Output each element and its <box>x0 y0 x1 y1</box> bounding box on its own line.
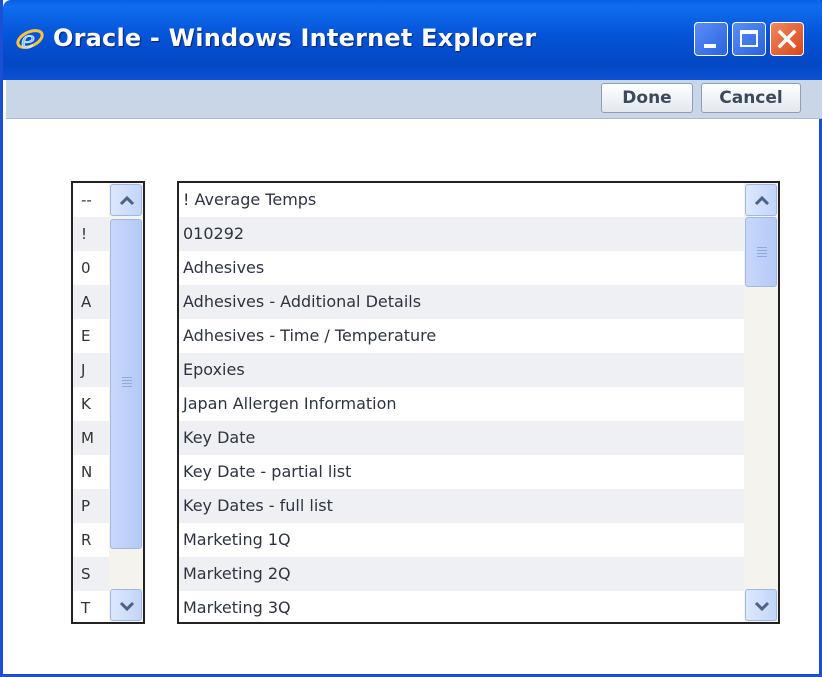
letter-index-item[interactable]: T <box>73 591 109 622</box>
maximize-button[interactable] <box>732 22 766 56</box>
list-item[interactable]: Marketing 2Q <box>179 557 745 591</box>
letter-index-item[interactable]: R <box>73 523 109 557</box>
list-item[interactable]: Japan Allergen Information <box>179 387 745 421</box>
letter-index-item[interactable]: A <box>73 285 109 319</box>
letter-scroll-thumb[interactable] <box>110 219 142 549</box>
close-icon <box>777 29 797 49</box>
letter-index-item[interactable]: -- <box>73 183 109 217</box>
chevron-down-icon <box>754 601 770 612</box>
list-item[interactable]: ! Average Temps <box>179 183 745 217</box>
letter-scroll-up-button[interactable] <box>110 184 142 216</box>
letter-index-item[interactable]: N <box>73 455 109 489</box>
chevron-down-icon <box>119 601 135 612</box>
svg-text:e: e <box>21 26 35 54</box>
close-button[interactable] <box>770 22 804 56</box>
chevron-up-icon <box>754 195 770 206</box>
list-item[interactable]: Key Date <box>179 421 745 455</box>
letter-index-item[interactable]: M <box>73 421 109 455</box>
list-scrollbar[interactable] <box>744 183 778 622</box>
letter-index-item[interactable]: K <box>73 387 109 421</box>
list-item[interactable]: 010292 <box>179 217 745 251</box>
ie-logo-icon: e <box>16 26 44 54</box>
done-button[interactable]: Done <box>601 83 693 113</box>
list-item[interactable]: Marketing 1Q <box>179 523 745 557</box>
list-item[interactable]: Adhesives - Time / Temperature <box>179 319 745 353</box>
letter-index-list[interactable]: -- ! 0 A E J K M N P R S T <box>71 181 145 624</box>
list-scroll-down-button[interactable] <box>745 589 777 621</box>
title-bar[interactable]: e Oracle - Windows Internet Explorer <box>3 0 822 80</box>
list-item[interactable]: Adhesives <box>179 251 745 285</box>
window-title: Oracle - Windows Internet Explorer <box>53 24 537 52</box>
list-scroll-thumb[interactable] <box>745 217 777 287</box>
list-scroll-up-button[interactable] <box>745 184 777 216</box>
letter-scroll-down-button[interactable] <box>110 589 142 621</box>
letter-index-item[interactable]: S <box>73 557 109 591</box>
list-item[interactable]: Key Dates - full list <box>179 489 745 523</box>
dialog-toolbar: Done Cancel <box>6 80 822 119</box>
letter-index-item[interactable]: E <box>73 319 109 353</box>
list-item[interactable]: Key Date - partial list <box>179 455 745 489</box>
letter-scrollbar[interactable] <box>109 183 143 622</box>
ie-window: e Oracle - Windows Internet Explorer Don… <box>0 0 822 677</box>
letter-index-item[interactable]: P <box>73 489 109 523</box>
letter-index-item[interactable]: J <box>73 353 109 387</box>
maximize-icon <box>740 30 758 47</box>
list-item[interactable]: Adhesives - Additional Details <box>179 285 745 319</box>
cancel-button[interactable]: Cancel <box>701 83 801 113</box>
report-list[interactable]: ! Average Temps 010292 Adhesives Adhesiv… <box>177 181 780 624</box>
letter-index-item[interactable]: ! <box>73 217 109 251</box>
minimize-icon <box>704 44 716 48</box>
letter-index-item[interactable]: 0 <box>73 251 109 285</box>
list-item[interactable]: Marketing 3Q <box>179 591 745 622</box>
list-item[interactable]: Epoxies <box>179 353 745 387</box>
chevron-up-icon <box>119 195 135 206</box>
minimize-button[interactable] <box>694 22 728 56</box>
